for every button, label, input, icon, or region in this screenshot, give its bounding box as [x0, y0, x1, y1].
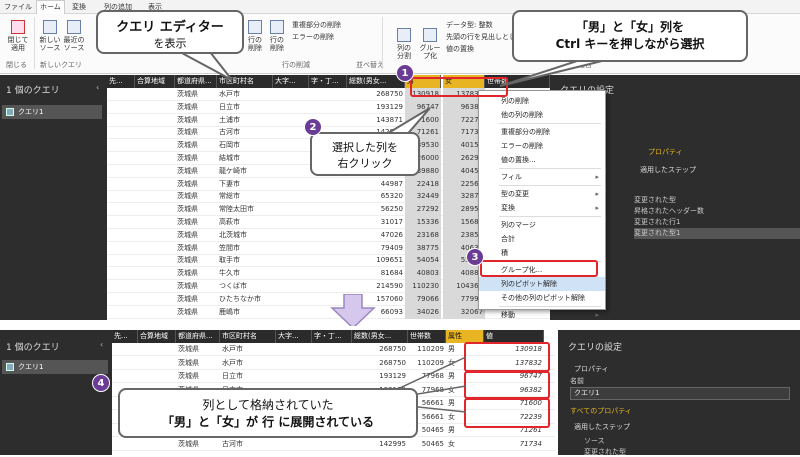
callout-right-click: 選択した列を 右クリック — [310, 132, 420, 176]
callout-unpivot-result: 列として格納されていた 「男」と「女」が 行 に展開されている — [118, 388, 418, 438]
callout-query-editor: クエリ エディター を表示 — [96, 10, 244, 54]
callout-select-columns: 「男」と「女」列を Ctrl キーを押しながら選択 — [512, 10, 748, 62]
step-badge-1: 1 — [396, 64, 414, 82]
step-badge-2: 2 — [304, 118, 322, 136]
step-badge-4: 4 — [92, 374, 110, 392]
step-badge-3: 3 — [466, 248, 484, 266]
